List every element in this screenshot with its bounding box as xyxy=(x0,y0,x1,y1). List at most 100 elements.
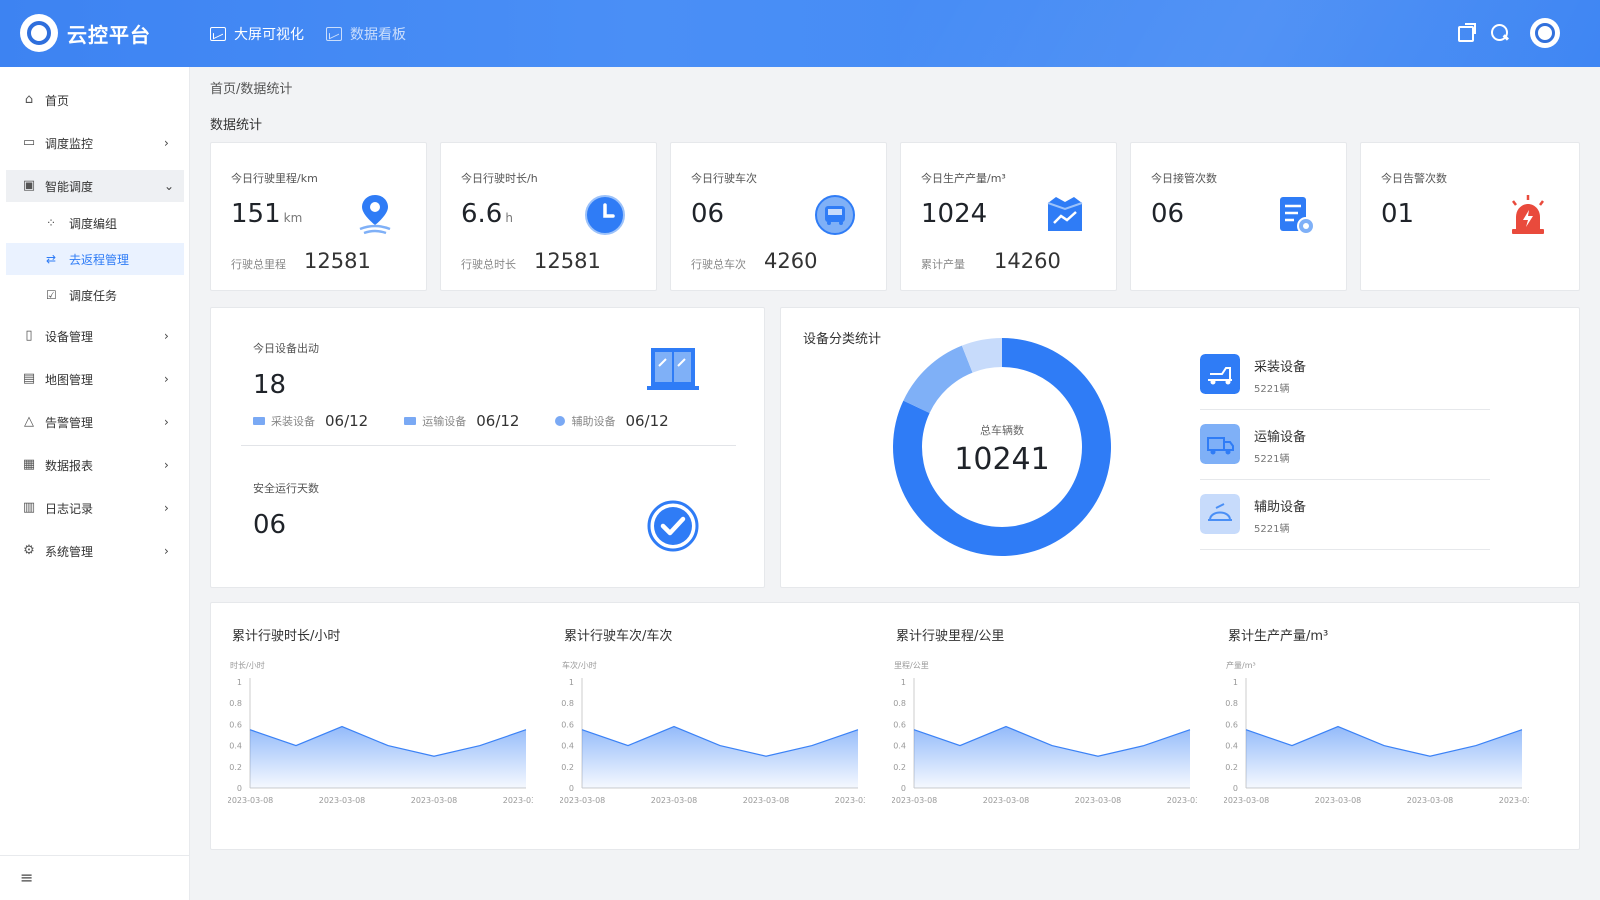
stat-card-production: 今日生产产量/m³ 1024 累计产量 14260 xyxy=(900,142,1117,291)
helmet-icon xyxy=(1200,494,1240,534)
y-axis-label: 里程/公里 xyxy=(894,661,929,670)
category-title: 设备分类统计 xyxy=(803,332,882,347)
y-tick-label: 0.8 xyxy=(893,699,906,708)
sidebar-item-device[interactable]: ▯ 设备管理 › xyxy=(0,320,190,352)
device-icon: ▯ xyxy=(25,328,33,343)
stat-value: 06 xyxy=(691,199,725,229)
area-fill xyxy=(1246,726,1522,788)
dispatch-icon: ▣ xyxy=(22,178,36,193)
chevron-right-icon: › xyxy=(164,372,169,386)
device-breakdown: 采装设备 06/12 运输设备 06/12 辅助设备 06/12 xyxy=(253,412,669,430)
user-avatar[interactable] xyxy=(1530,18,1560,48)
x-tick-label: 2023-03-08 xyxy=(892,796,937,805)
line-chart-mileage: 里程/公里 0 0.2 0.4 0.6 0.8 1 2023-03-08 2023-03-08 2… xyxy=(892,661,1197,805)
y-tick-label: 0.2 xyxy=(1225,763,1238,772)
chevron-right-icon: › xyxy=(164,136,169,150)
y-tick-label: 1 xyxy=(901,678,906,687)
y-tick-label: 0.6 xyxy=(893,720,906,729)
chart-title: 累计行驶车次/车次 xyxy=(564,629,673,644)
y-tick-label: 0.6 xyxy=(561,720,574,729)
truck-icon xyxy=(404,417,417,425)
clock-icon xyxy=(585,195,625,235)
line-chart-duration: 时长/小时 0 0.2 0.4 0.6 0.8 1 2023-03-08 2023-03-08 2… xyxy=(228,660,533,805)
sidebar-subitem-task[interactable]: ☑ 调度任务 xyxy=(6,279,184,311)
breadcrumb[interactable]: 首页/数据统计 xyxy=(210,78,292,97)
line-chart-production: 产量/m³ 0 0.2 0.4 0.6 0.8 1 2023-03-08 2023-03-08 2… xyxy=(1224,660,1529,805)
nav-big-screen[interactable]: 大屏可视化 xyxy=(210,24,304,44)
legend-count: 5221辆 xyxy=(1254,384,1290,395)
sidebar: ⌂ 首页 ▭ 调度监控 › ▣ 智能调度 ⌄ ⁘ 调度编组 ⇄ 去返程管理 ☑ … xyxy=(0,67,190,900)
sidebar-item-dispatch[interactable]: ▣ 智能调度 ⌄ xyxy=(6,170,184,202)
y-tick-label: 0 xyxy=(901,784,906,793)
truck-icon xyxy=(253,417,265,425)
legend-item-auxiliary[interactable]: 辅助设备 5221辆 xyxy=(1200,480,1490,550)
chart-title: 累计行驶时长/小时 xyxy=(232,629,341,644)
stat-sub-label: 行驶总里程 xyxy=(231,258,286,271)
home-icon: ⌂ xyxy=(24,92,34,107)
y-tick-label: 0.6 xyxy=(229,720,242,729)
alarm-icon xyxy=(1512,195,1544,234)
y-tick-label: 1 xyxy=(237,678,242,687)
chevron-right-icon: › xyxy=(164,501,169,515)
stat-value: 1024 xyxy=(921,199,988,229)
chevron-right-icon: › xyxy=(164,415,169,429)
search-icon[interactable] xyxy=(1490,23,1510,43)
sidebar-item-label: 数据报表 xyxy=(45,458,94,473)
y-tick-label: 0 xyxy=(569,784,574,793)
legend-name: 采装设备 xyxy=(1254,360,1307,375)
y-tick-label: 0.6 xyxy=(1225,720,1238,729)
legend-count: 5221辆 xyxy=(1254,454,1290,465)
group-icon: ⁘ xyxy=(46,216,57,230)
legend-count: 5221辆 xyxy=(1254,524,1290,535)
line-chart-icon xyxy=(326,27,342,41)
stat-sub-value: 12581 xyxy=(304,249,371,273)
task-icon: ☑ xyxy=(46,288,57,302)
devices-today-label: 今日设备出动 xyxy=(253,342,319,355)
sidebar-item-monitor[interactable]: ▭ 调度监控 › xyxy=(0,127,190,159)
x-tick-label: 2023-03-08 xyxy=(651,796,698,805)
x-tick-label: 2023-03-08 xyxy=(1499,796,1529,805)
sidebar-item-label: 调度监控 xyxy=(45,136,94,151)
report-icon: ▦ xyxy=(22,457,36,472)
sidebar-item-map[interactable]: ▤ 地图管理 › xyxy=(0,363,190,395)
sidebar-item-system[interactable]: ⚙ 系统管理 › xyxy=(0,535,190,567)
y-tick-label: 0.2 xyxy=(893,763,906,772)
sidebar-footer: ≡ xyxy=(0,855,190,900)
sidebar-subitem-return-trip[interactable]: ⇄ 去返程管理 xyxy=(6,243,184,275)
external-link-icon[interactable] xyxy=(1458,23,1476,42)
x-tick-label: 2023-03-08 xyxy=(743,796,790,805)
legend-item-loading[interactable]: 采装设备 5221辆 xyxy=(1200,340,1490,410)
doc-gear-icon xyxy=(1280,197,1315,235)
x-tick-label: 2023-03-08 xyxy=(835,796,865,805)
y-tick-label: 0.8 xyxy=(1225,699,1238,708)
y-tick-label: 0.4 xyxy=(561,742,574,751)
divider xyxy=(241,445,736,446)
devices-today-value: 18 xyxy=(253,370,287,400)
stat-label: 今日告警次数 xyxy=(1381,172,1447,185)
donut-center-label: 总车辆数 xyxy=(980,424,1024,437)
stat-sub-label: 行驶总时长 xyxy=(461,258,516,271)
log-icon: ▥ xyxy=(22,500,36,515)
y-axis-label: 产量/m³ xyxy=(1226,660,1256,670)
legend-name: 运输设备 xyxy=(1254,430,1307,445)
nav-dashboard-label: 数据看板 xyxy=(350,27,406,43)
sidebar-item-log[interactable]: ▥ 日志记录 › xyxy=(0,492,190,524)
stat-sub-value: 12581 xyxy=(534,249,601,273)
chevron-right-icon: › xyxy=(164,544,169,558)
top-header: 云控平台 大屏可视化 数据看板 xyxy=(0,0,1600,67)
location-pin-icon xyxy=(359,195,391,235)
sidebar-item-alarm[interactable]: △ 告警管理 › xyxy=(0,406,190,438)
app-logo[interactable] xyxy=(20,14,58,52)
legend-item-transport[interactable]: 运输设备 5221辆 xyxy=(1200,410,1490,480)
y-tick-label: 0.4 xyxy=(893,742,906,751)
menu-collapse-icon[interactable]: ≡ xyxy=(20,868,33,887)
sidebar-subitem-group[interactable]: ⁘ 调度编组 xyxy=(6,207,184,239)
nav-big-screen-label: 大屏可视化 xyxy=(234,27,304,43)
donut-slice-运输设备 xyxy=(903,345,973,413)
nav-dashboard[interactable]: 数据看板 xyxy=(326,24,406,44)
line-chart-trips: 车次/小时 0 0.2 0.4 0.6 0.8 1 2023-03-08 2023-03-08 2… xyxy=(560,660,865,805)
sidebar-item-home[interactable]: ⌂ 首页 xyxy=(0,84,190,116)
sidebar-item-label: 首页 xyxy=(45,93,70,108)
stat-sub-value: 4260 xyxy=(764,249,818,273)
sidebar-item-report[interactable]: ▦ 数据报表 › xyxy=(0,449,190,481)
